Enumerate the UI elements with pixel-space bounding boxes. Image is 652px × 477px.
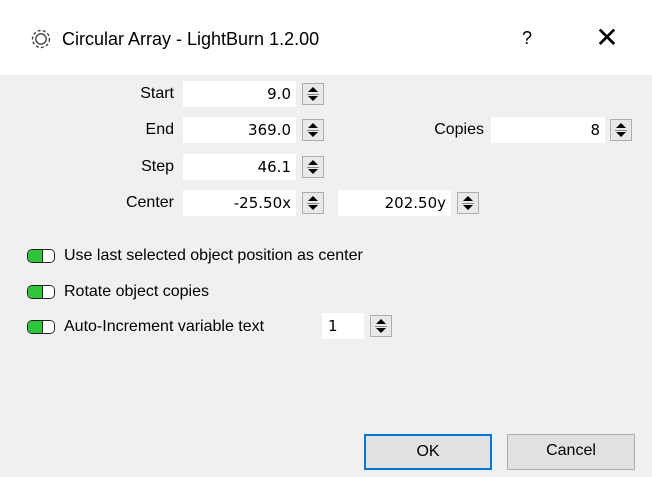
start-spinner[interactable] bbox=[302, 83, 324, 105]
copies-spinner[interactable] bbox=[610, 119, 632, 141]
ok-button[interactable]: OK bbox=[364, 434, 492, 470]
end-spinner[interactable] bbox=[302, 119, 324, 141]
rotate-copies-toggle[interactable] bbox=[27, 285, 55, 299]
close-button[interactable]: ✕ bbox=[585, 20, 629, 56]
copies-label: Copies bbox=[434, 121, 484, 138]
auto-increment-label: Auto-Increment variable text bbox=[64, 318, 265, 335]
center-x-input[interactable]: -25.50x bbox=[183, 190, 296, 216]
start-label: Start bbox=[140, 85, 174, 102]
center-y-spinner[interactable] bbox=[457, 192, 479, 214]
auto-increment-spinner[interactable] bbox=[370, 315, 392, 337]
rotate-copies-label: Rotate object copies bbox=[64, 283, 209, 300]
gear-icon bbox=[31, 29, 51, 49]
auto-increment-input[interactable]: 1 bbox=[322, 313, 364, 339]
help-button[interactable]: ? bbox=[505, 20, 549, 56]
center-label: Center bbox=[125, 194, 174, 211]
end-input[interactable]: 369.0 bbox=[183, 117, 296, 143]
center-y-input[interactable]: 202.50y bbox=[338, 190, 451, 216]
step-spinner[interactable] bbox=[302, 156, 324, 178]
step-input[interactable]: 46.1 bbox=[183, 154, 296, 180]
use-last-selected-toggle[interactable] bbox=[27, 249, 55, 263]
window-title: Circular Array - LightBurn 1.2.00 bbox=[62, 29, 320, 49]
cancel-button[interactable]: Cancel bbox=[507, 434, 635, 470]
auto-increment-toggle[interactable] bbox=[27, 320, 55, 334]
step-label: Step bbox=[141, 158, 174, 175]
end-label: End bbox=[145, 121, 174, 138]
use-last-selected-label: Use last selected object position as cen… bbox=[64, 247, 363, 264]
title-bar: Circular Array - LightBurn 1.2.00 ? ✕ bbox=[0, 0, 652, 75]
copies-input[interactable]: 8 bbox=[491, 117, 605, 143]
center-x-spinner[interactable] bbox=[302, 192, 324, 214]
start-input[interactable]: 9.0 bbox=[183, 81, 296, 107]
